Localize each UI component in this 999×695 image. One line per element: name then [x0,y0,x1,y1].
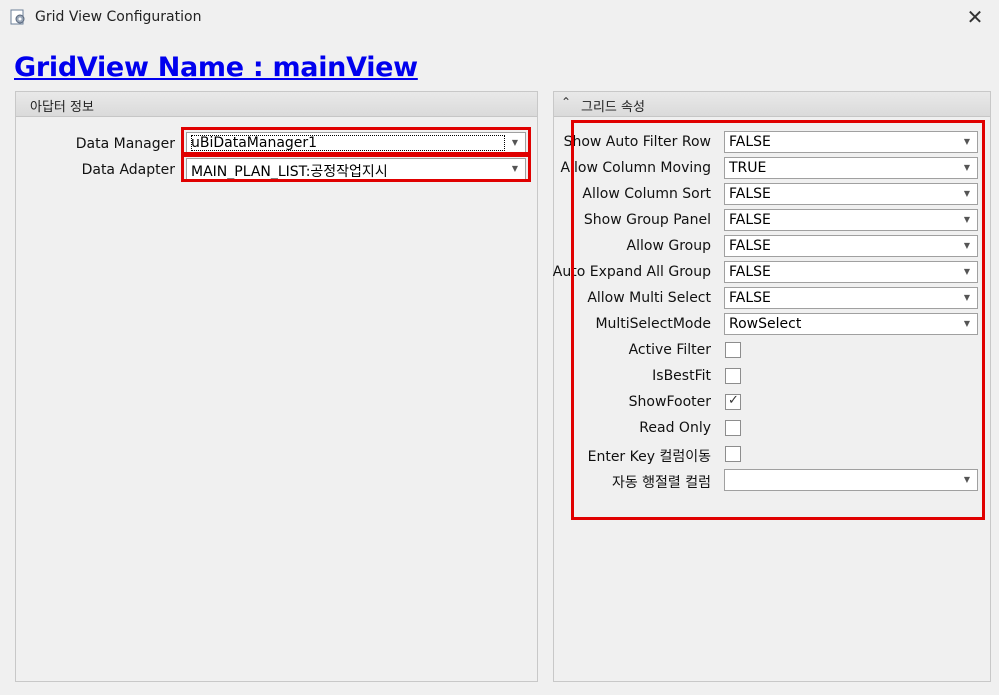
property-label: Allow Column Sort [582,186,711,202]
property-checkbox[interactable] [725,446,741,462]
chevron-down-icon[interactable]: ▼ [960,158,974,178]
property-combo[interactable]: FALSE ▼ [724,183,978,205]
property-label: Allow Group [626,238,711,254]
chevron-down-icon[interactable]: ▼ [508,159,522,179]
property-label: Auto Expand All Group [552,264,711,280]
property-combo[interactable]: RowSelect ▼ [724,313,978,335]
app-gear-icon [10,9,25,25]
property-combo[interactable]: FALSE ▼ [724,287,978,309]
gridview-name-heading: GridView Name : mainView [14,52,418,83]
adapter-info-panel-title: 아답터 정보 [30,100,94,115]
property-combo-value: FALSE [729,290,771,306]
close-icon[interactable]: ✕ [965,6,985,28]
property-label: MultiSelectMode [595,316,711,332]
property-combo[interactable]: FALSE ▼ [724,261,978,283]
chevron-down-icon[interactable]: ▼ [960,236,974,256]
checkmark-icon: ✓ [728,393,739,408]
window-title: Grid View Configuration [35,9,202,25]
adapter-info-panel-header: 아답터 정보 [16,92,537,117]
property-combo[interactable]: FALSE ▼ [724,209,978,231]
data-adapter-label: Data Adapter [81,162,175,178]
grid-properties-panel-header: ⌃ 그리드 속성 [554,92,990,117]
chevron-down-icon[interactable]: ▼ [960,184,974,204]
data-adapter-combo[interactable]: MAIN_PLAN_LIST:공정작업지시 ▼ [186,158,526,180]
chevron-down-icon[interactable]: ▼ [960,314,974,334]
data-manager-label: Data Manager [75,136,175,152]
property-combo[interactable]: TRUE ▼ [724,157,978,179]
property-combo-value: FALSE [729,212,771,228]
property-combo[interactable]: FALSE ▼ [724,235,978,257]
property-combo[interactable]: FALSE ▼ [724,131,978,153]
property-label: ShowFooter [628,394,711,410]
property-label: Allow Column Moving [560,160,711,176]
property-checkbox[interactable] [725,368,741,384]
property-label: Show Group Panel [583,212,711,228]
property-checkbox[interactable]: ✓ [725,393,741,410]
data-manager-combo[interactable]: uBiDataManager1 ▼ [186,132,526,154]
grid-properties-panel-title: 그리드 속성 [581,100,645,115]
data-adapter-value: MAIN_PLAN_LIST:공정작업지시 [191,164,388,180]
chevron-down-icon[interactable]: ▼ [508,133,522,153]
property-combo-value: FALSE [729,134,771,150]
property-label: Active Filter [628,342,711,358]
property-label: 자동 행절렬 컬럼 [611,475,711,491]
property-checkbox[interactable] [725,420,741,436]
chevron-down-icon[interactable]: ▼ [960,288,974,308]
property-combo-value: FALSE [729,186,771,202]
chevron-down-icon[interactable]: ▼ [960,210,974,230]
chevron-down-icon[interactable]: ▼ [960,262,974,282]
chevron-up-icon[interactable]: ⌃ [561,95,571,109]
property-combo-value: RowSelect [729,316,802,332]
property-combo-value: FALSE [729,238,771,254]
property-label: Allow Multi Select [587,290,711,306]
property-label: IsBestFit [652,368,711,384]
property-label: Read Only [639,420,711,436]
property-combo-value: FALSE [729,264,771,280]
auto-wrap-column-combo[interactable]: ▼ [724,469,978,491]
property-label: Enter Key 컬럼이동 [587,449,711,465]
adapter-info-panel: 아답터 정보 Data Manager uBiDataManager1 ▼ Da… [15,91,538,682]
grid-properties-panel: ⌃ 그리드 속성 Show Auto Filter Row FALSE ▼ Allow… [553,91,991,682]
chevron-down-icon[interactable]: ▼ [960,470,974,490]
data-manager-value: uBiDataManager1 [191,135,505,151]
property-combo-value: TRUE [729,160,767,176]
property-checkbox[interactable] [725,342,741,358]
chevron-down-icon[interactable]: ▼ [960,132,974,152]
property-label: Show Auto Filter Row [563,134,711,150]
window-titlebar: Grid View Configuration ✕ [0,0,999,36]
